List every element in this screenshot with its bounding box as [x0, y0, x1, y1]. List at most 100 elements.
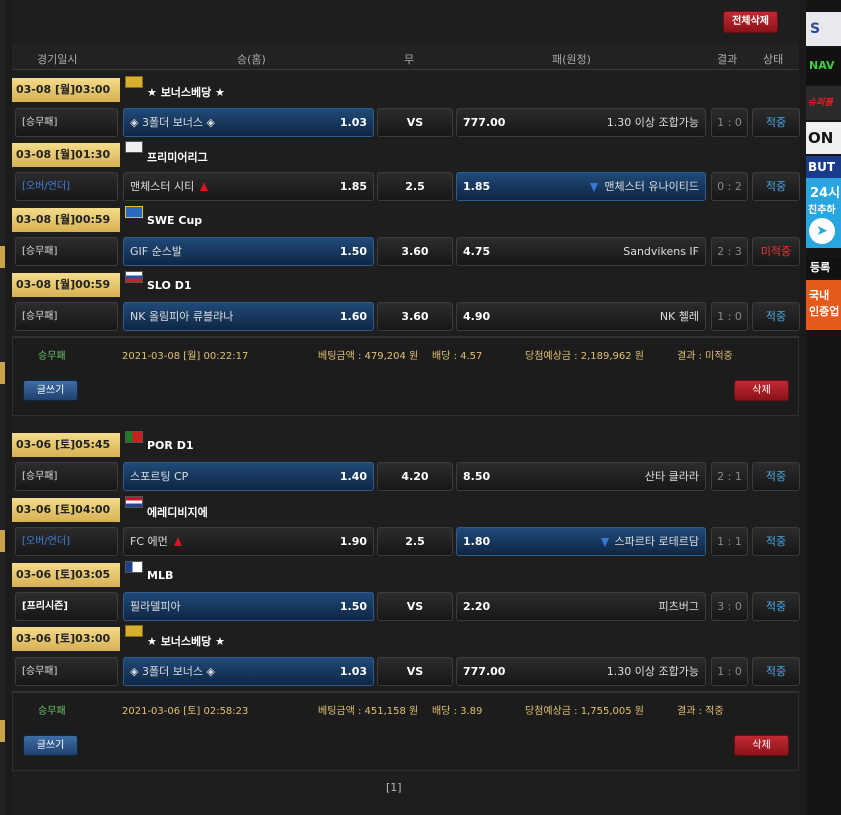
game-score: 2 : 1 — [711, 462, 748, 491]
league-name: ★ 보너스베당 ★ — [147, 86, 225, 99]
home-pick-button[interactable]: GIF 순스발 1.50 — [123, 237, 374, 266]
slip-summary: 승무패 2021-03-06 [토] 02:58:23 베팅금액 : 451,1… — [13, 692, 800, 722]
usa-flag-icon — [125, 561, 143, 573]
away-odds: 8.50 — [463, 470, 491, 483]
summary-bet: 베팅금액 : 479,204 원 — [318, 351, 419, 362]
telegram-banner[interactable]: 24시 친추하 ➤ — [806, 178, 841, 248]
bet-type: [승무패] — [15, 302, 118, 331]
home-team: ◈ 3폴더 보너스 ◈ — [130, 116, 216, 129]
away-odds: 2.20 — [463, 600, 491, 613]
banner-nav[interactable]: NAV — [806, 48, 841, 84]
draw-pick-button[interactable]: VS — [377, 657, 453, 686]
draw-pick-button[interactable]: 2.5 — [377, 527, 453, 556]
game-status: 적중 — [752, 657, 800, 686]
home-odds: 1.03 — [339, 116, 367, 129]
summary-result: 결과 : 미적중 — [677, 351, 733, 362]
away-team: 맨체스터 유나이티드 — [604, 180, 699, 193]
game-score: 1 : 0 — [711, 657, 748, 686]
away-pick-button[interactable]: 1.80 스파르타 로테르담 — [456, 527, 706, 556]
game-status: 적중 — [752, 462, 800, 491]
league-name: 에레디비지에 — [147, 506, 208, 519]
right-banner-column: S NAV 슈퍼볼 ON BUT 24시 친추하 ➤ 등록 국내 인증업 — [806, 0, 841, 815]
home-team: 필라델피아 — [130, 600, 181, 613]
banner-on[interactable]: ON — [806, 122, 841, 154]
away-pick-button[interactable]: 777.00 1.30 이상 조합가능 — [456, 108, 706, 137]
bet-type: [승무패] — [15, 462, 118, 491]
home-pick-button[interactable]: ◈ 3폴더 보너스 ◈ 1.03 — [123, 108, 374, 137]
league-name: SWE Cup — [147, 214, 203, 227]
game-score: 1 : 0 — [711, 108, 748, 137]
away-team: 1.30 이상 조합가능 — [606, 665, 699, 678]
away-pick-button[interactable]: 777.00 1.30 이상 조합가능 — [456, 657, 706, 686]
banner-but[interactable]: BUT — [806, 156, 841, 178]
draw-pick-button[interactable]: 3.60 — [377, 302, 453, 331]
write-button[interactable]: 글쓰기 — [23, 380, 78, 401]
away-team: 스파르타 로테르담 — [614, 535, 699, 548]
banner-domestic[interactable]: 국내 인증업 — [806, 280, 841, 330]
away-pick-button[interactable]: 2.20 피츠버그 — [456, 592, 706, 621]
draw-pick-button[interactable]: 3.60 — [377, 237, 453, 266]
left-edge-mark — [0, 246, 5, 268]
header-away: 패(원정) — [552, 53, 591, 66]
away-pick-button[interactable]: 1.85 맨체스터 유나이티드 — [456, 172, 706, 201]
netherlands-flag-icon — [125, 496, 143, 508]
home-odds: 1.03 — [339, 665, 367, 678]
delete-all-button[interactable]: 전체삭제 — [723, 11, 778, 33]
league-name: SLO D1 — [147, 279, 192, 292]
home-team: GIF 순스발 — [130, 245, 182, 258]
game-status: 미적중 — [752, 237, 800, 266]
home-team: ◈ 3폴더 보너스 ◈ — [130, 665, 216, 678]
away-pick-button[interactable]: 8.50 산타 클라라 — [456, 462, 706, 491]
slip-summary: 승무패 2021-03-08 [월] 00:22:17 베팅금액 : 479,2… — [13, 337, 800, 367]
england-flag-icon — [125, 141, 143, 153]
header-result: 결과 — [717, 53, 738, 66]
banner-register[interactable]: 등록 — [806, 258, 841, 278]
write-button[interactable]: 글쓰기 — [23, 735, 78, 756]
league-name: 프리미어리그 — [147, 151, 208, 164]
home-pick-button[interactable]: NK 올림피아 류블랴나 1.60 — [123, 302, 374, 331]
sweden-flag-icon — [125, 206, 143, 218]
home-pick-button[interactable]: ◈ 3폴더 보너스 ◈ 1.03 — [123, 657, 374, 686]
home-pick-button[interactable]: 맨체스터 시티 1.85 — [123, 172, 374, 201]
game-date: 03-08 [월]03:00 — [12, 78, 120, 102]
home-pick-button[interactable]: 필라델피아 1.50 — [123, 592, 374, 621]
away-pick-button[interactable]: 4.75 Sandvikens IF — [456, 237, 706, 266]
away-team: NK 첼레 — [659, 310, 699, 323]
game-status: 적중 — [752, 108, 800, 137]
banner-friend: 친추하 — [808, 205, 836, 216]
summary-kind: 승무패 — [38, 351, 66, 362]
game-score: 1 : 0 — [711, 302, 748, 331]
draw-pick-button[interactable]: VS — [377, 592, 453, 621]
league-name: MLB — [147, 569, 174, 582]
summary-odds: 배당 : 4.57 — [432, 351, 483, 362]
draw-pick-button[interactable]: VS — [377, 108, 453, 137]
summary-result: 결과 : 적중 — [677, 706, 724, 717]
left-edge-mark — [0, 362, 5, 384]
draw-odds: VS — [406, 665, 424, 678]
pagination-current[interactable]: [1] — [386, 781, 402, 794]
home-pick-button[interactable]: 스포르팅 CP 1.40 — [123, 462, 374, 491]
header-time: 경기일시 — [37, 53, 78, 66]
game-status: 적중 — [752, 527, 800, 556]
game-date: 03-06 [토]05:45 — [12, 433, 120, 457]
portugal-flag-icon — [125, 431, 143, 443]
home-odds: 1.50 — [339, 600, 367, 613]
banner-superbowl[interactable]: 슈퍼볼 — [806, 86, 841, 120]
header-status: 상태 — [763, 53, 784, 66]
bet-history-panel: 전체삭제 경기일시 승(홈) 무 패(원정) 결과 상태 03-08 [월]03… — [12, 0, 800, 815]
bet-type: [프리시즌] — [15, 592, 118, 621]
delete-button[interactable]: 삭제 — [734, 735, 789, 756]
away-pick-button[interactable]: 4.90 NK 첼레 — [456, 302, 706, 331]
away-odds: 4.75 — [463, 245, 491, 258]
delete-button[interactable]: 삭제 — [734, 380, 789, 401]
home-pick-button[interactable]: FC 에먼 1.90 — [123, 527, 374, 556]
bet-type: [승무패] — [15, 657, 118, 686]
draw-pick-button[interactable]: 2.5 — [377, 172, 453, 201]
bet-type: [승무패] — [15, 237, 118, 266]
summary-kind: 승무패 — [38, 706, 66, 717]
draw-pick-button[interactable]: 4.20 — [377, 462, 453, 491]
bonus-flag-icon — [125, 625, 143, 637]
summary-bet: 베팅금액 : 451,158 원 — [318, 706, 419, 717]
home-odds: 1.60 — [339, 310, 367, 323]
banner-s[interactable]: S — [806, 12, 841, 46]
